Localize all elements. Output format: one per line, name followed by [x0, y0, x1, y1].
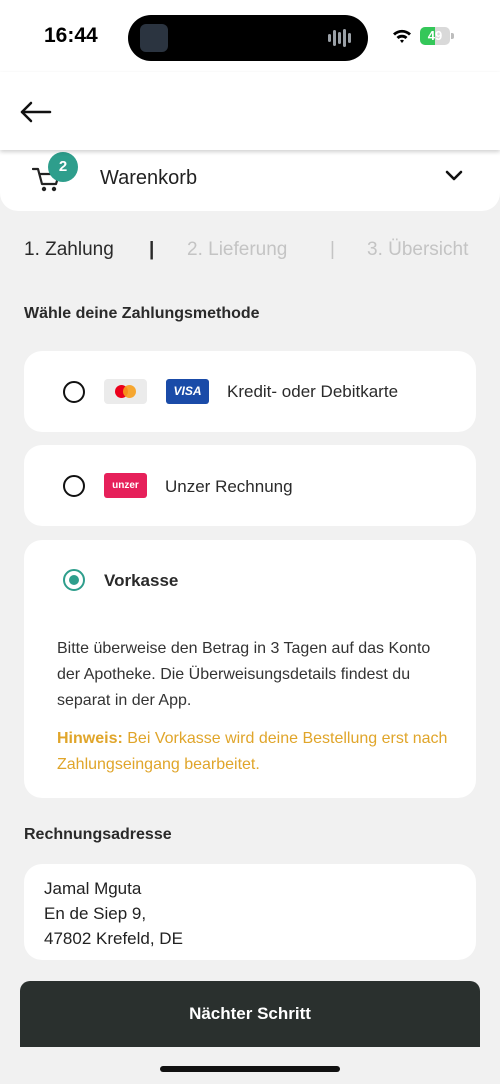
home-indicator	[160, 1066, 340, 1072]
radio-button[interactable]	[63, 381, 85, 403]
mastercard-logo	[104, 379, 147, 404]
arrow-left-icon	[20, 101, 52, 123]
top-bar	[0, 72, 500, 150]
hint-label: Hinweis:	[57, 730, 123, 747]
payment-option-prepayment[interactable]: Vorkasse Bitte überweise den Betrag in 3…	[24, 540, 476, 798]
battery-icon: 49	[420, 27, 454, 45]
next-step-button[interactable]: Nächter Schritt	[20, 981, 480, 1047]
visa-logo: VISA	[166, 379, 209, 404]
wifi-icon	[393, 29, 411, 43]
payment-heading: Wähle deine Zahlungsmethode	[24, 305, 260, 322]
radio-button[interactable]	[63, 475, 85, 497]
payment-option-card[interactable]: VISA Kredit- oder Debitkarte	[24, 351, 476, 432]
back-button[interactable]	[18, 98, 54, 126]
radio-button-selected[interactable]	[63, 569, 85, 591]
billing-address-card[interactable]: Jamal Mguta En de Siep 9, 47802 Krefeld,…	[24, 864, 476, 960]
step-overview[interactable]: 3. Übersicht	[367, 239, 468, 261]
dynamic-island	[128, 15, 368, 61]
step-separator: |	[149, 239, 155, 260]
unzer-logo: unzer	[104, 473, 147, 498]
cart-label: Warenkorb	[100, 167, 198, 189]
status-time: 16:44	[44, 24, 98, 47]
payment-option-unzer[interactable]: unzer Unzer Rechnung	[24, 445, 476, 526]
payment-option-label: Unzer Rechnung	[165, 477, 293, 496]
billing-heading: Rechnungsadresse	[24, 826, 172, 843]
address-street: En de Siep 9,	[44, 904, 147, 923]
audio-waveform-icon	[328, 28, 354, 48]
address-name: Jamal Mguta	[44, 879, 142, 898]
status-bar: 16:44 49	[0, 0, 500, 72]
step-separator: |	[330, 239, 335, 260]
cart-summary[interactable]: 2 Warenkorb	[0, 143, 500, 211]
step-delivery[interactable]: 2. Lieferung	[187, 239, 287, 261]
now-playing-thumbnail	[140, 24, 168, 52]
address-city: 47802 Krefeld, DE	[44, 929, 183, 948]
battery-level: 49	[427, 28, 443, 43]
prepayment-description: Bitte überweise den Betrag in 3 Tagen au…	[57, 640, 431, 709]
chevron-down-icon[interactable]	[444, 169, 464, 183]
prepayment-hint: Hinweis: Bei Vorkasse wird deine Bestell…	[57, 726, 457, 778]
payment-option-label: Vorkasse	[104, 571, 179, 590]
checkout-steps: 1. Zahlung | 2. Lieferung | 3. Übersicht	[24, 239, 484, 265]
payment-option-label: Kredit- oder Debitkarte	[227, 382, 399, 401]
cart-count-badge: 2	[48, 152, 78, 182]
step-payment[interactable]: 1. Zahlung	[24, 239, 114, 261]
